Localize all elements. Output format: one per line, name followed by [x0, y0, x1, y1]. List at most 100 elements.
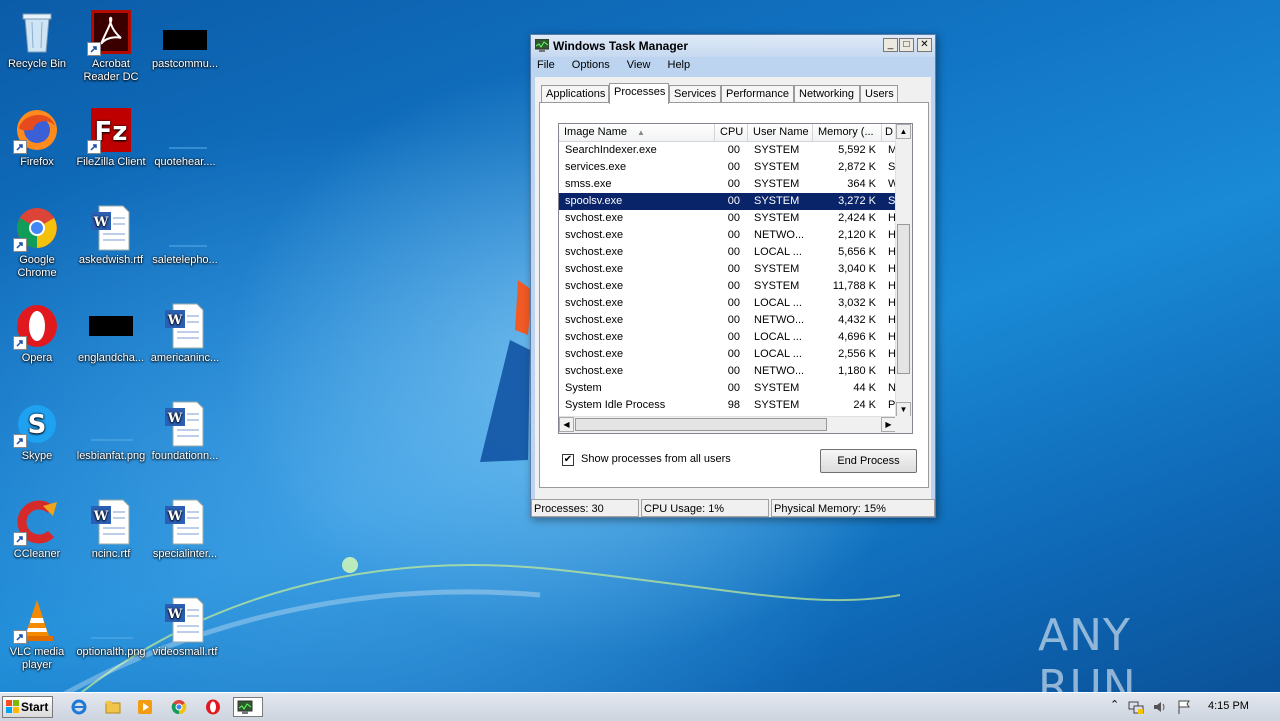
scroll-corner	[895, 416, 912, 433]
process-row[interactable]: svchost.exe 00 SYSTEM 3,040 KH	[559, 261, 896, 278]
desktop-icon-quotehear[interactable]: quotehear....	[148, 106, 222, 169]
process-row[interactable]: svchost.exe 00 LOCAL ... 4,696 KH	[559, 329, 896, 346]
word-document-icon: W	[165, 499, 204, 545]
minimize-button[interactable]: _	[883, 38, 898, 52]
menu-options[interactable]: Options	[570, 58, 612, 72]
process-cell-user: SYSTEM	[754, 195, 800, 207]
process-row[interactable]: SearchIndexer.exe 00 SYSTEM 5,592 KM	[559, 142, 897, 159]
desktop-icon-optionalth[interactable]: optionalth.png	[74, 596, 148, 659]
scroll-down-icon[interactable]: ▼	[896, 402, 911, 417]
process-cell-mem: 44 K	[853, 382, 876, 394]
process-row[interactable]: svchost.exe 00 LOCAL ... 2,556 KH	[559, 346, 896, 363]
process-row[interactable]: svchost.exe 00 SYSTEM 11,788 KH	[559, 278, 896, 295]
process-cell-cpu: 00	[727, 161, 740, 173]
column-memory[interactable]: Memory (...	[813, 124, 882, 141]
word-document-icon: W	[91, 499, 130, 545]
scroll-right-icon[interactable]: ▶	[881, 417, 896, 432]
desktop-icon-ccleaner[interactable]: CCleaner	[0, 498, 74, 561]
desktop-icon-ncinc[interactable]: W ncinc.rtf	[74, 498, 148, 561]
tab-performance[interactable]: Performance	[721, 85, 794, 102]
process-row[interactable]: svchost.exe 00 NETWO... 4,432 KH	[559, 312, 896, 329]
taskbar-explorer[interactable]	[102, 697, 124, 717]
show-all-users-checkbox[interactable]: ✔	[562, 454, 574, 466]
desktop-icon-label: englandcha...	[77, 352, 145, 364]
desktop-icon-vlc[interactable]: VLC media player	[0, 596, 74, 672]
menu-help[interactable]: Help	[666, 58, 693, 72]
column-cpu[interactable]: CPU	[715, 124, 748, 141]
volume-icon[interactable]	[1152, 699, 1168, 715]
taskbar-clock[interactable]: 4:15 PM	[1208, 700, 1249, 712]
svg-text:W: W	[167, 509, 183, 524]
taskbar-chrome[interactable]	[168, 697, 190, 717]
desktop-icon-firefox[interactable]: Firefox	[0, 106, 74, 169]
menu-view[interactable]: View	[625, 58, 653, 72]
action-center-flag-icon[interactable]	[1176, 699, 1192, 715]
tab-services[interactable]: Services	[669, 85, 721, 102]
desktop-icon-label: Firefox	[20, 156, 54, 168]
scroll-thumb[interactable]	[575, 418, 827, 431]
desktop-icon-lesbianfat[interactable]: lesbianfat.png	[74, 400, 148, 463]
process-cell-mem: 2,872 K	[838, 161, 876, 173]
process-row[interactable]: svchost.exe 00 NETWO... 2,120 KH	[559, 227, 896, 244]
process-row[interactable]: services.exe00SYSTEM2,872 KSe	[559, 159, 897, 176]
taskbar-opera[interactable]	[202, 697, 224, 717]
task-manager-window[interactable]: Windows Task Manager _ □ ✕ File Options …	[530, 34, 936, 518]
process-row[interactable]: svchost.exe 00 SYSTEM 2,424 KH	[559, 210, 896, 227]
process-cell-user: LOCAL ...	[754, 331, 802, 343]
desktop-icon-google-chrome[interactable]: Google Chrome	[0, 204, 74, 280]
tab-processes[interactable]: Processes	[609, 83, 669, 104]
scroll-left-icon[interactable]: ◀	[559, 417, 574, 432]
desktop-icon-opera[interactable]: Opera	[0, 302, 74, 365]
start-button[interactable]: Start	[2, 696, 53, 718]
word-document-icon: W	[91, 205, 130, 251]
show-hidden-icons-icon[interactable]: ⌃	[1110, 698, 1119, 711]
tab-networking[interactable]: Networking	[794, 85, 860, 102]
column-description[interactable]: D	[882, 124, 896, 141]
process-cell-cpu: 00	[727, 280, 740, 292]
black-image-icon	[163, 30, 207, 50]
desktop-icon-americaninc[interactable]: W americaninc...	[148, 302, 222, 365]
desktop-icon-acrobat-reader[interactable]: Acrobat Reader DC	[74, 8, 148, 84]
desktop-icon-saletelepho[interactable]: saletelepho...	[148, 204, 222, 267]
process-list[interactable]: Image Name ▲ CPU User Name Memory (... D …	[558, 123, 913, 434]
process-row[interactable]: spoolsv.exe00SYSTEM3,272 KSp	[559, 193, 897, 210]
process-row[interactable]: svchost.exe 00 NETWO... 1,180 KH	[559, 363, 896, 380]
taskbar-internet-explorer[interactable]	[68, 697, 90, 717]
network-icon[interactable]	[1128, 699, 1144, 715]
process-row[interactable]: svchost.exe 00 LOCAL ... 3,032 KH	[559, 295, 896, 312]
process-row[interactable]: System 00 SYSTEM 44 KN	[559, 380, 896, 397]
process-cell-mem: 3,032 K	[838, 297, 876, 309]
end-process-button[interactable]: End Process	[820, 449, 917, 473]
taskbar-media-player[interactable]	[134, 697, 156, 717]
title-bar[interactable]: Windows Task Manager _ □ ✕	[531, 35, 935, 57]
scroll-thumb[interactable]	[897, 224, 910, 374]
svg-text:W: W	[167, 411, 183, 426]
column-user-name[interactable]: User Name	[748, 124, 813, 141]
desktop-icon-videosmall[interactable]: W videosmall.rtf	[148, 596, 222, 659]
show-all-users-label: Show processes from all users	[581, 453, 731, 465]
process-row[interactable]: smss.exe00SYSTEM364 KW	[559, 176, 897, 193]
desktop-icon-label: lesbianfat.png	[76, 450, 146, 462]
desktop-icon-pastcommu[interactable]: pastcommu...	[148, 8, 222, 71]
desktop-icon-recycle-bin[interactable]: Recycle Bin	[0, 8, 74, 71]
maximize-button[interactable]: □	[899, 38, 914, 52]
desktop-icon-specialinter[interactable]: W specialinter...	[148, 498, 222, 561]
desktop-icon-englandcha[interactable]: englandcha...	[74, 302, 148, 365]
horizontal-scrollbar[interactable]: ◀ ▶	[559, 416, 896, 433]
desktop-icon-foundationn[interactable]: W foundationn...	[148, 400, 222, 463]
tab-applications[interactable]: Applications	[541, 85, 609, 102]
sort-ascending-icon: ▲	[636, 128, 645, 137]
tab-users[interactable]: Users	[860, 85, 898, 102]
process-row[interactable]: svchost.exe 00 LOCAL ... 5,656 KH	[559, 244, 896, 261]
column-image-name[interactable]: Image Name ▲	[559, 124, 715, 141]
desktop-icon-skype[interactable]: S Skype	[0, 400, 74, 463]
vertical-scrollbar[interactable]: ▲ ▼	[895, 124, 912, 417]
desktop-icon-askedwish[interactable]: W askedwish.rtf	[74, 204, 148, 267]
scroll-up-icon[interactable]: ▲	[896, 124, 911, 139]
process-cell-name: svchost.exe	[565, 229, 624, 241]
menu-file[interactable]: File	[535, 58, 557, 72]
close-button[interactable]: ✕	[917, 38, 932, 52]
process-row[interactable]: System Idle Process98SYSTEM24 KPe	[559, 397, 897, 414]
taskbar-task-manager[interactable]	[233, 697, 263, 717]
desktop-icon-filezilla[interactable]: Fz FileZilla Client	[74, 106, 148, 169]
